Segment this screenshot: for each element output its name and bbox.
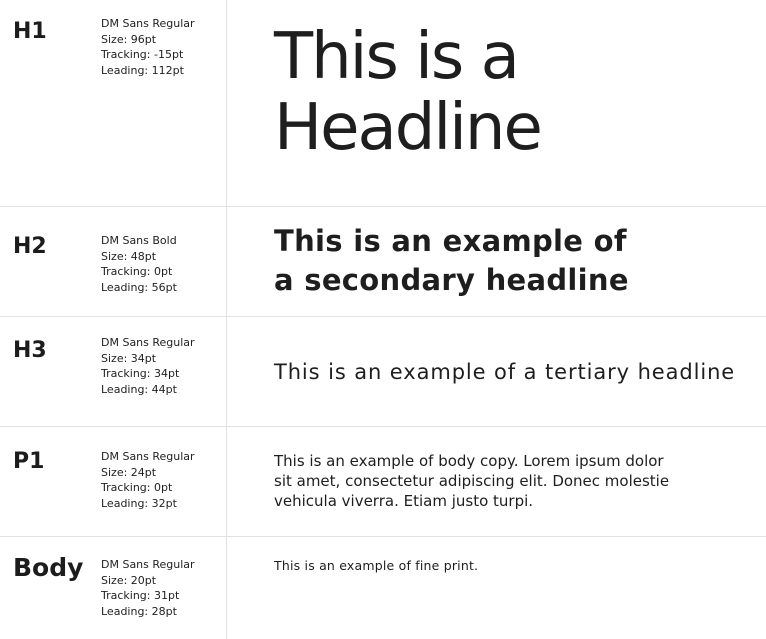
spec-size: Size: 96pt (101, 32, 157, 46)
style-spec: DM Sans Bold Size: 48pt Tracking: 0pt Le… (101, 233, 177, 295)
sample-line: This is an example of (274, 224, 627, 258)
style-spec: DM Sans Regular Size: 34pt Tracking: 34p… (101, 335, 195, 397)
style-tag: P1 (13, 449, 45, 474)
sample-text: This is an example of a tertiary headlin… (274, 359, 735, 385)
spec-font: DM Sans Regular (101, 450, 195, 463)
spec-tracking: Tracking: 34pt (101, 367, 180, 380)
row-divider (0, 206, 766, 207)
style-tag: H2 (13, 234, 47, 259)
spec-size: Size: 48pt (101, 249, 157, 263)
spec-font: DM Sans Regular (101, 336, 195, 349)
style-tag: H1 (13, 19, 47, 44)
sample-text: This is an example of fine print. (274, 557, 478, 574)
sample-text: This is an example of a secondary headli… (274, 222, 629, 300)
column-divider (226, 0, 227, 639)
spec-tracking: Tracking: -15pt (101, 48, 184, 61)
style-tag: H3 (13, 338, 47, 363)
style-tag: Body (13, 553, 84, 582)
sample-line: sit amet, consectetur adipiscing elit. D… (274, 472, 670, 490)
spec-size: Size: 24pt (101, 465, 157, 479)
sample-text: This is a Headline (274, 20, 543, 165)
spec-leading: Leading: 32pt (101, 496, 177, 510)
spec-leading: Leading: 112pt (101, 63, 184, 77)
spec-leading: Leading: 56pt (101, 280, 177, 294)
sample-line: This is an example of fine print. (274, 558, 479, 573)
spec-tracking: Tracking: 0pt (101, 265, 173, 278)
spec-font: DM Sans Regular (101, 558, 195, 571)
spec-tracking: Tracking: 0pt (101, 481, 173, 494)
spec-size: Size: 34pt (101, 351, 157, 365)
spec-font: DM Sans Bold (101, 234, 177, 247)
sample-line: vehicula viverra. Etiam justo turpi. (274, 492, 534, 510)
row-divider (0, 536, 766, 537)
style-spec: DM Sans Regular Size: 24pt Tracking: 0pt… (101, 449, 195, 511)
spec-font: DM Sans Regular (101, 17, 195, 30)
row-divider (0, 316, 766, 317)
sample-line: Headline (274, 91, 543, 165)
type-scale-sheet: H1 DM Sans Regular Size: 96pt Tracking: … (0, 0, 766, 639)
spec-tracking: Tracking: 31pt (101, 589, 180, 602)
spec-leading: Leading: 44pt (101, 382, 177, 396)
row-divider (0, 426, 766, 427)
sample-text: This is an example of body copy. Lorem i… (274, 451, 669, 511)
spec-leading: Leading: 28pt (101, 604, 177, 618)
style-spec: DM Sans Regular Size: 96pt Tracking: -15… (101, 16, 195, 78)
sample-line: a secondary headline (274, 263, 629, 297)
spec-size: Size: 20pt (101, 573, 157, 587)
sample-line: This is a (274, 20, 520, 94)
style-spec: DM Sans Regular Size: 20pt Tracking: 31p… (101, 557, 195, 619)
sample-line: This is an example of body copy. Lorem i… (274, 452, 664, 470)
sample-line: This is an example of a tertiary headlin… (274, 360, 736, 384)
